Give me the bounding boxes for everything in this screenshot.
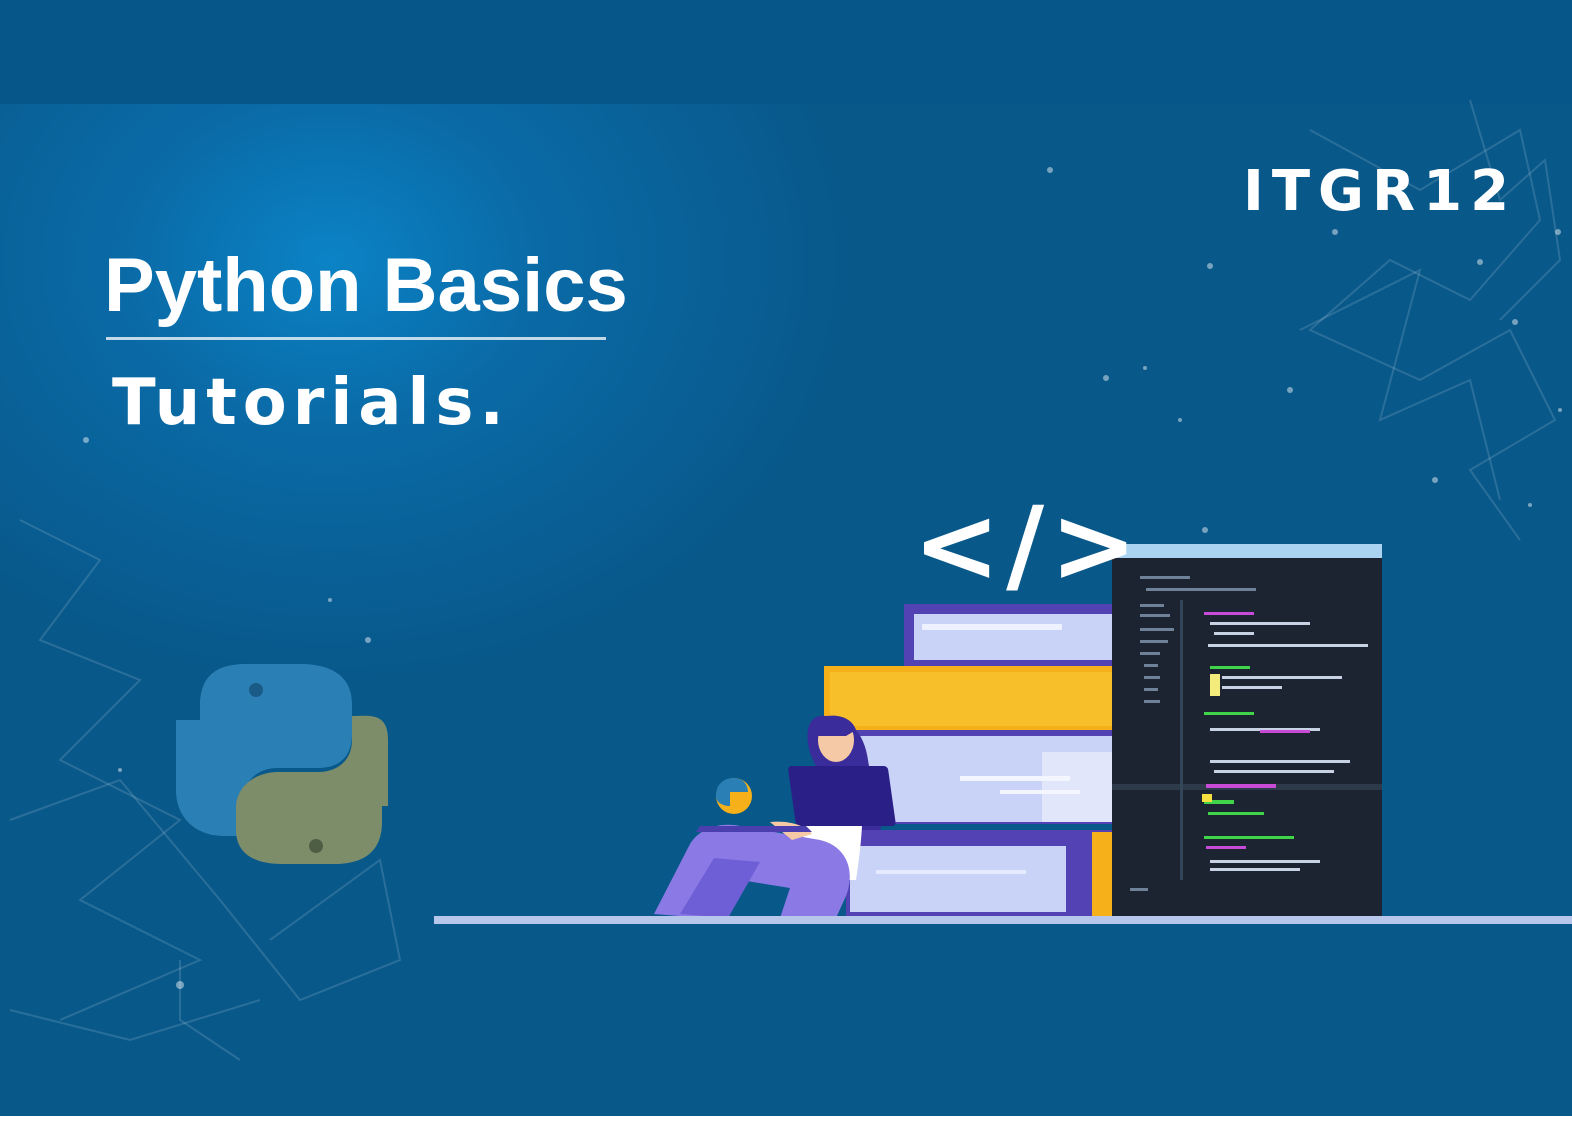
page-title: Python Basics [104,243,628,328]
code-brackets-icon: </> [913,484,1144,606]
page-subtitle: Tutorials. [112,366,510,440]
bottom-border [0,1116,1572,1124]
code-editor-illustration [1112,544,1382,922]
banner-canvas: ITGR12 Python Basics Tutorials. </> [0,0,1572,1124]
brand-logo-text: ITGR12 [1243,159,1518,224]
book-stack-illustration [824,604,1120,918]
floor-line [434,916,1572,924]
python-logo-icon [176,664,388,864]
title-underline [106,337,606,340]
